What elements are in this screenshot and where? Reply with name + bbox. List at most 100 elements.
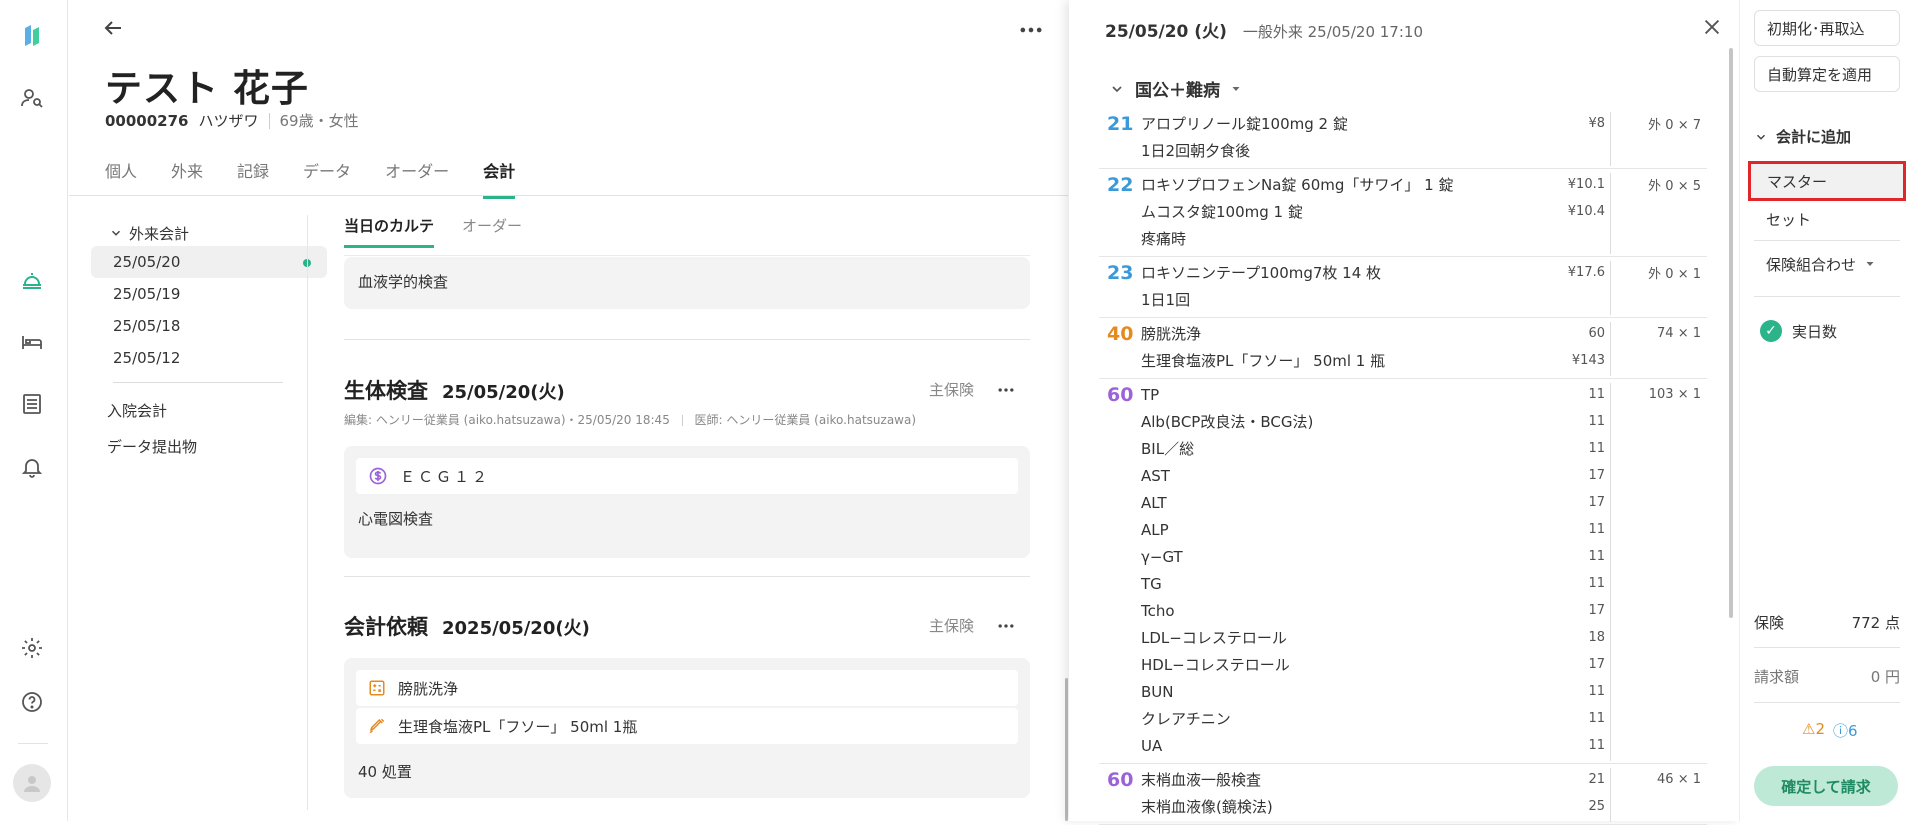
order-row[interactable]: 60 末梢血液一般検査 21 46 × 1 末梢血液像(鏡検法) 25 xyxy=(1099,764,1707,825)
row-label: 保険 xyxy=(1754,614,1785,632)
order-row[interactable]: 23 ロキソニンテープ100mg7枚 14 枚 ¥17.6 外 0 × 1 1日1回 xyxy=(1099,257,1707,318)
order-item-name: 末梢血液一般検査 xyxy=(1141,771,1262,789)
meta-separator xyxy=(681,415,683,426)
tab-orders[interactable]: オーダー xyxy=(385,158,449,199)
insurance-combo-dropdown[interactable]: 保険組合わせ xyxy=(1754,247,1900,281)
item-label: 生理食塩液PL「フソー」 50ml 1瓶 xyxy=(398,717,638,736)
side-actions: 初期化･再取込 自動算定を適用 会計に追加 マスター セット 保険組合わせ ✓ … xyxy=(1739,0,1912,821)
outpatient-icon[interactable] xyxy=(18,266,46,294)
order-item-price: 17 xyxy=(1588,603,1605,618)
tab-today-chart[interactable]: 当日のカルテ xyxy=(344,215,435,248)
order-number: 22 xyxy=(1107,173,1134,196)
order-item-price: 11 xyxy=(1588,711,1605,726)
order-item-price: 18 xyxy=(1588,630,1605,645)
order-item-name: γ−GT xyxy=(1141,547,1183,566)
master-button[interactable]: マスター xyxy=(1748,161,1906,201)
side-head-label: 会計に追加 xyxy=(1776,128,1852,146)
side-divider xyxy=(1754,296,1900,297)
section-title-label: 会計依頼 xyxy=(344,615,428,639)
tab-records[interactable]: 記録 xyxy=(237,158,269,199)
order-item-name: ALP xyxy=(1141,520,1169,539)
nav-date-item[interactable]: 25/05/12 xyxy=(91,342,327,374)
apply-auto-calc-button[interactable]: 自動算定を適用 xyxy=(1754,56,1900,92)
patient-tabs: 個人 外来 記録 データ オーダー 会計 xyxy=(105,158,549,199)
order-line: ムコスタ錠100mg 1 錠 ¥10.4 xyxy=(1099,198,1707,225)
side-divider xyxy=(1754,240,1900,241)
panel-visit: 一般外来 25/05/20 17:10 xyxy=(1242,23,1423,41)
section-date: 2025/05/20(火) xyxy=(442,618,590,639)
nav-date-item[interactable]: 25/05/19 xyxy=(91,278,327,310)
more-icon[interactable] xyxy=(996,380,1016,400)
actual-days-checkbox[interactable]: ✓ 実日数 xyxy=(1760,320,1837,342)
main-scrollbar[interactable] xyxy=(1065,678,1068,821)
tab-content-orders[interactable]: オーダー xyxy=(462,215,522,248)
patient-search-icon[interactable] xyxy=(18,84,46,112)
section-title-label: 生体検査 xyxy=(344,379,428,403)
tab-accounting[interactable]: 会計 xyxy=(483,158,516,199)
item-label: ＥＣＧ１２ xyxy=(400,467,491,486)
side-divider xyxy=(1754,702,1900,703)
close-icon[interactable] xyxy=(1701,16,1723,38)
tab-outpatient[interactable]: 外来 xyxy=(171,158,203,199)
insurance-label[interactable]: 主保険 xyxy=(929,615,974,636)
billing-amount-row: 請求額 0 円 xyxy=(1754,666,1900,687)
list-item[interactable]: 膀胱洗浄 xyxy=(356,670,1018,706)
set-button[interactable]: セット xyxy=(1754,202,1900,236)
nav-header-label: 外来会計 xyxy=(129,224,190,243)
list-icon[interactable] xyxy=(18,390,46,418)
insurance-group-header[interactable]: 国公＋難病 xyxy=(1109,76,1242,101)
nav-date-item[interactable]: 25/05/18 xyxy=(91,310,327,342)
bed-icon[interactable] xyxy=(18,328,46,356)
order-line: 生理食塩液PL「フソー」 50ml 1 瓶 ¥143 xyxy=(1099,347,1707,374)
nav-inpatient-accounting[interactable]: 入院会計 xyxy=(91,393,327,429)
tab-data[interactable]: データ xyxy=(303,158,351,199)
syringe-icon xyxy=(369,718,385,734)
order-row[interactable]: 21 アロプリノール錠100mg 2 錠 ¥8 外 0 × 7 1日2回朝夕食後 xyxy=(1099,108,1707,169)
nav-separator xyxy=(307,215,308,810)
order-item-name: 末梢血液像(鏡検法) xyxy=(1141,798,1273,816)
nav-outpatient-header[interactable]: 外来会計 xyxy=(91,220,327,246)
nav-data-submission[interactable]: データ提出物 xyxy=(91,429,327,465)
order-item-name: BUN xyxy=(1141,682,1174,701)
order-row[interactable]: 60 TP 11 103 × 1 Alb(BCP改良法・BCG法) 11 BIL／総 11 AS… xyxy=(1099,379,1707,764)
more-icon[interactable] xyxy=(996,616,1016,636)
panel-scrollbar[interactable] xyxy=(1729,48,1733,618)
nav-date-item[interactable]: 25/05/20 xyxy=(91,246,327,278)
order-row[interactable]: 40 膀胱洗浄 60 74 × 1 生理食塩液PL「フソー」 50ml 1 瓶 ¥143 xyxy=(1099,318,1707,379)
order-quantity: 外 0 × 5 xyxy=(1648,179,1701,194)
insurance-points-row: 保険 772 点 xyxy=(1754,612,1900,633)
tab-personal[interactable]: 個人 xyxy=(105,158,137,199)
order-item-price: 11 xyxy=(1588,738,1605,753)
app-logo-icon[interactable] xyxy=(18,22,46,50)
gear-icon[interactable] xyxy=(18,634,46,662)
add-to-accounting-header[interactable]: 会計に追加 xyxy=(1754,126,1851,147)
info-count-value: 6 xyxy=(1848,722,1858,740)
avatar[interactable] xyxy=(13,764,51,802)
order-item-price: 17 xyxy=(1588,657,1605,672)
dropdown-label: 保険組合わせ xyxy=(1766,255,1857,274)
side-divider xyxy=(1754,647,1900,648)
order-line: 21 アロプリノール錠100mg 2 錠 ¥8 外 0 × 7 xyxy=(1099,110,1707,137)
list-item[interactable]: 生理食塩液PL「フソー」 50ml 1瓶 xyxy=(356,708,1018,744)
order-number: 60 xyxy=(1107,383,1134,406)
list-item[interactable]: ＥＣＧ１２ xyxy=(356,458,1018,494)
back-arrow-icon[interactable] xyxy=(101,16,125,40)
bell-icon[interactable] xyxy=(18,453,46,481)
order-item-name: ムコスタ錠100mg 1 錠 xyxy=(1141,203,1303,221)
help-icon[interactable] xyxy=(18,688,46,716)
order-quantity: 103 × 1 xyxy=(1648,387,1701,402)
group-label: 国公＋難病 xyxy=(1135,81,1220,101)
patient-name: テスト 花子 xyxy=(105,67,309,110)
tabs-divider xyxy=(69,195,1068,196)
order-item-price: 11 xyxy=(1588,414,1605,429)
confirm-and-bill-button[interactable]: 確定して請求 xyxy=(1754,766,1898,806)
order-item-price: 17 xyxy=(1588,468,1605,483)
more-menu-icon[interactable] xyxy=(1017,16,1045,40)
alert-counts[interactable]: ⚠2 ⓘ6 xyxy=(1802,720,1858,741)
order-row[interactable]: 22 ロキソプロフェンNa錠 60mg「サワイ」 1 錠 ¥10.1 外 0 × 5 ム… xyxy=(1099,169,1707,257)
order-line: TG 11 xyxy=(1099,570,1707,597)
reset-reload-button[interactable]: 初期化･再取込 xyxy=(1754,10,1900,46)
insurance-label[interactable]: 主保険 xyxy=(929,379,974,400)
order-item-name: アロプリノール錠100mg 2 錠 xyxy=(1141,115,1348,133)
order-line: LDL−コレステロール 18 xyxy=(1099,624,1707,651)
